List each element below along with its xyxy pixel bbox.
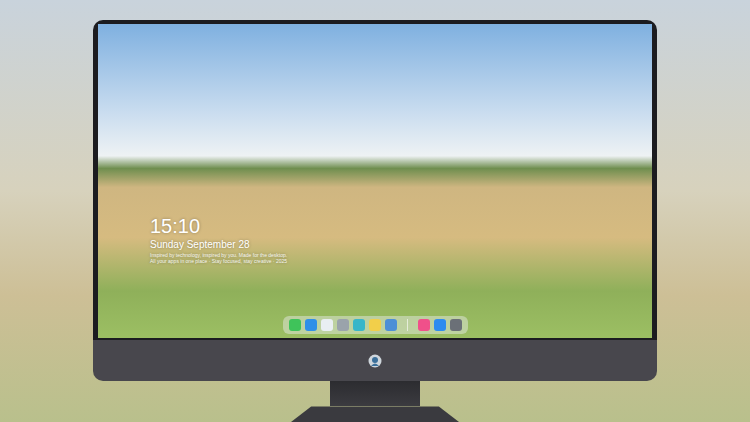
stand-neck [330, 381, 420, 406]
dock-app-icon[interactable] [305, 319, 317, 331]
dock-app-icon[interactable] [353, 319, 365, 331]
screen: 15:10Sunday September 28Inspired by tech… [98, 24, 652, 338]
dock-app-icon[interactable] [369, 319, 381, 331]
clock-time: 15:10 [150, 214, 652, 238]
dock-app-icon[interactable] [450, 319, 462, 331]
clock-caption: All your apps in one place · Stay focuse… [150, 258, 652, 264]
clock-widget: 15:10Sunday September 28Inspired by tech… [150, 214, 652, 264]
clock-caption: Inspired by technology, inspired by you.… [150, 252, 652, 258]
stand-foot [291, 406, 459, 422]
dock-app-icon[interactable] [418, 319, 430, 331]
dock [283, 316, 468, 334]
brand-logo-icon [368, 354, 382, 368]
clock-date: Sunday September 28 [150, 238, 652, 252]
monitor-bezel: 15:10Sunday September 28Inspired by tech… [93, 20, 657, 340]
dock-app-icon[interactable] [434, 319, 446, 331]
desktop-mockup: 15:10Sunday September 28Inspired by tech… [0, 0, 750, 422]
dock-divider [407, 319, 408, 331]
dock-app-icon[interactable] [337, 319, 349, 331]
dock-app-icon[interactable] [321, 319, 333, 331]
dock-app-icon[interactable] [289, 319, 301, 331]
dock-app-icon[interactable] [385, 319, 397, 331]
monitor-chin [93, 340, 657, 381]
